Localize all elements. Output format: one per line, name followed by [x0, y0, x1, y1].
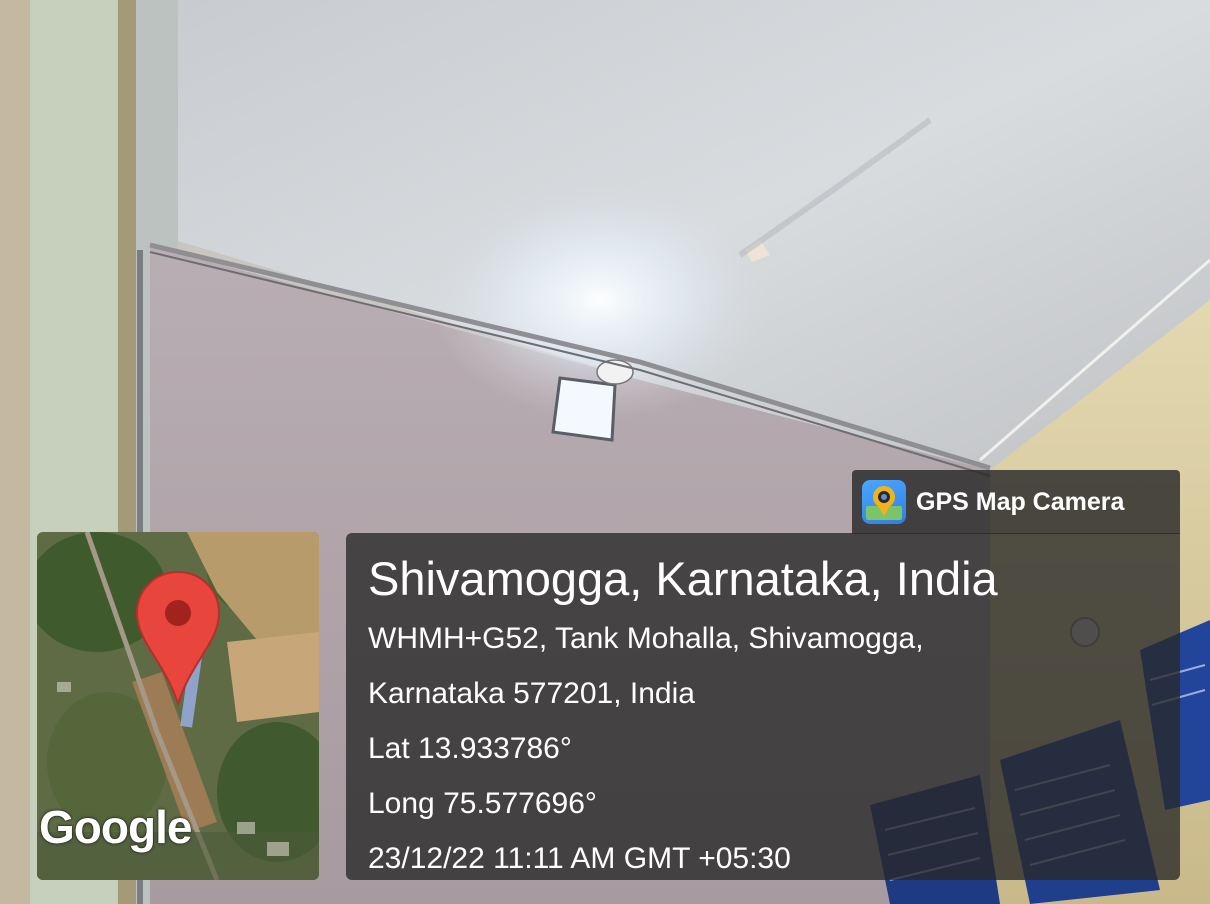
location-info-panel: Shivamogga, Karnataka, India WHMH+G52, T…	[346, 533, 1180, 880]
map-pin-icon	[135, 570, 221, 706]
datetime-text: 23/12/22 11:11 AM GMT +05:30	[368, 842, 791, 875]
longitude-text: Long 75.577696°	[368, 787, 597, 820]
address-line-2: Karnataka 577201, India	[368, 677, 695, 710]
gps-map-camera-app-icon	[862, 480, 906, 524]
app-name: GPS Map Camera	[916, 487, 1125, 516]
place-title: Shivamogga, Karnataka, India	[368, 552, 998, 605]
address-line-1: WHMH+G52, Tank Mohalla, Shivamogga,	[368, 622, 924, 655]
map-thumbnail: Google	[37, 532, 319, 880]
app-watermark-badge: GPS Map Camera	[852, 470, 1180, 534]
google-logo: Google	[39, 801, 192, 853]
latitude-text: Lat 13.933786°	[368, 732, 572, 765]
